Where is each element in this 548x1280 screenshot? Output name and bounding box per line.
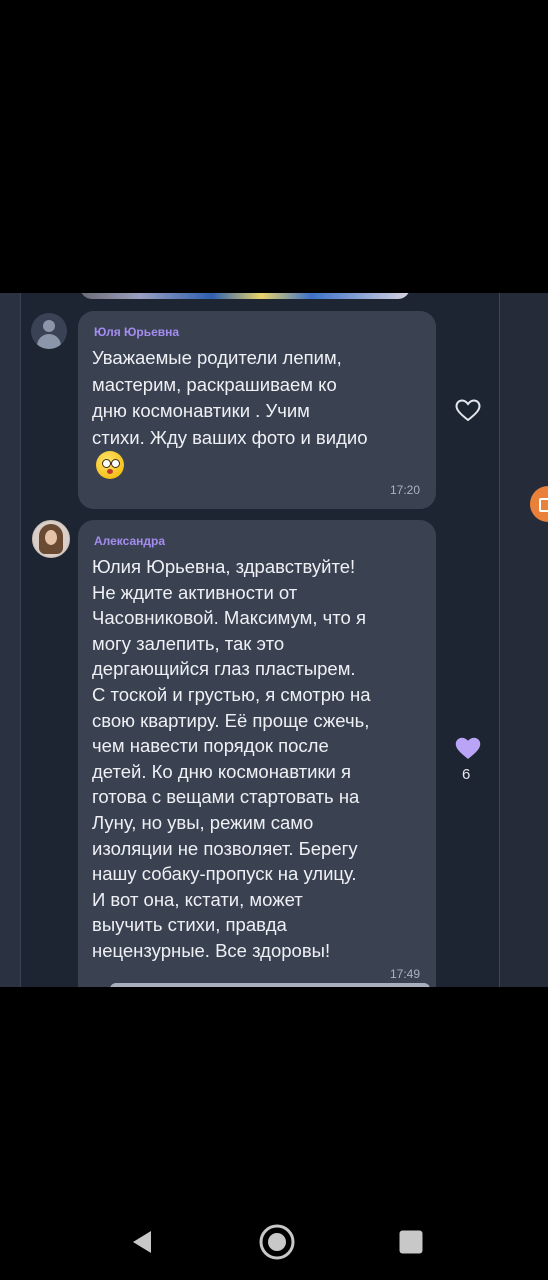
- screen: Юля Юрьевна Уважаемые родители лепим, ма…: [0, 0, 548, 1280]
- heart-outline-icon[interactable]: [455, 399, 481, 423]
- message-bubble[interactable]: Юля Юрьевна Уважаемые родители лепим, ма…: [78, 311, 436, 509]
- back-icon: [133, 1231, 151, 1253]
- sender-name[interactable]: Александра: [94, 534, 165, 548]
- left-panel-edge: [0, 293, 21, 987]
- home-icon: [259, 1224, 295, 1260]
- home-button[interactable]: [255, 1220, 299, 1264]
- chat-screenshot: Юля Юрьевна Уважаемые родители лепим, ма…: [0, 293, 548, 987]
- message-time: 17:49: [389, 967, 420, 981]
- right-panel-edge: [499, 293, 548, 987]
- message-time: 17:20: [389, 483, 420, 497]
- dizzy-face-emoji: [96, 451, 124, 479]
- avatar-body: [37, 334, 61, 349]
- user-photo-avatar[interactable]: [32, 520, 70, 558]
- message-text: Юлия Юрьевна, здравствуйте! Не ждите акт…: [92, 556, 371, 961]
- recent-apps-button[interactable]: [389, 1220, 433, 1264]
- default-user-avatar[interactable]: [31, 313, 67, 349]
- previous-message-image[interactable]: [80, 293, 410, 299]
- sender-name[interactable]: Юля Юрьевна: [94, 325, 179, 339]
- next-message-edge: [110, 983, 430, 987]
- heart-filled-icon[interactable]: [455, 737, 481, 761]
- back-button[interactable]: [120, 1220, 164, 1264]
- avatar-head: [43, 320, 55, 332]
- message-text: Уважаемые родители лепим, мастерим, раск…: [92, 347, 368, 448]
- like-count: 6: [462, 766, 471, 783]
- message-bubble[interactable]: Александра Юлия Юрьевна, здравствуйте! Н…: [78, 520, 436, 987]
- avatar-face: [45, 530, 57, 545]
- square-icon: [539, 498, 548, 512]
- recent-apps-icon: [399, 1230, 423, 1254]
